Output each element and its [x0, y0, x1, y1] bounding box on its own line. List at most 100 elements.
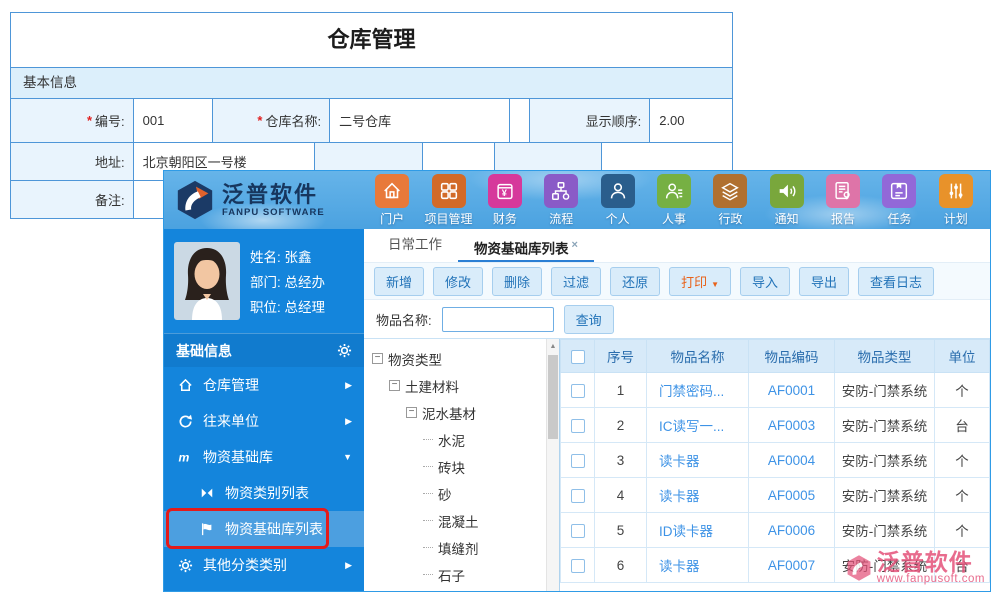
collapse-icon[interactable]: − [372, 353, 383, 364]
tree-item-steel[interactable]: −钢材 [364, 588, 559, 591]
display-order-label: 显示顺序: [530, 99, 651, 142]
item-type-cell: 安防-门禁系统 [835, 408, 935, 443]
item-type-cell: 安防-门禁系统 [835, 443, 935, 478]
col-item-type: 物品类型 [835, 340, 935, 373]
tab-material-base-list[interactable]: 物资基础库列表× [458, 229, 594, 262]
item-name-link[interactable]: 读卡器 [659, 489, 700, 504]
item-code-link[interactable]: AF0007 [768, 558, 815, 573]
tree-item-concrete[interactable]: 混凝土 [364, 507, 559, 534]
item-code-link[interactable]: AF0001 [768, 383, 815, 398]
tree-item-cement[interactable]: 水泥 [364, 426, 559, 453]
fanpu-logo: 泛普软件 FANPU SOFTWARE [164, 179, 364, 221]
tree-item-sand[interactable]: 砂 [364, 480, 559, 507]
remark-label: 备注: [11, 181, 134, 218]
user-name: 姓名: 张鑫 [250, 246, 325, 266]
sidebar-item-warehouse-management[interactable]: 仓库管理 ▶ [164, 367, 364, 403]
warehouse-name-field[interactable]: 二号仓库 [330, 99, 509, 142]
unit-cell: 台 [935, 548, 990, 583]
money-icon: ¥ [488, 174, 522, 208]
nav-item-hr[interactable]: 人事 [648, 174, 700, 227]
sidebar-menu: 仓库管理 ▶ 往来单位 ▶ m 物资基础库 ▼ [164, 367, 364, 591]
table-row: 1 门禁密码... AF0001 安防-门禁系统 个 [561, 373, 990, 408]
item-name-link[interactable]: 读卡器 [659, 454, 700, 469]
nav-item-project-management[interactable]: 项目管理 [423, 174, 475, 227]
add-button[interactable]: 新增 [374, 267, 424, 296]
row-checkbox[interactable] [571, 524, 585, 538]
tree-branch-line [423, 574, 433, 575]
select-all-checkbox[interactable] [571, 350, 585, 364]
grid-icon [432, 174, 466, 208]
unit-cell: 个 [935, 478, 990, 513]
sidebar-section-basic-info[interactable]: 基础信息 [164, 333, 364, 367]
tree-item-civil-materials[interactable]: −土建材料 [364, 372, 559, 399]
view-log-button[interactable]: 查看日志 [858, 267, 934, 296]
sidebar-item-business-partners[interactable]: 往来单位 ▶ [164, 403, 364, 439]
flow-icon [544, 174, 578, 208]
filter-button[interactable]: 过滤 [551, 267, 601, 296]
sidebar-item-material-base-list[interactable]: 物资基础库列表 [164, 511, 364, 547]
chevron-down-icon: ▼ [343, 452, 352, 462]
tree-item-brick[interactable]: 砖块 [364, 453, 559, 480]
tree-item-material-type[interactable]: −物资类型 [364, 345, 559, 372]
flag-icon [198, 522, 216, 536]
row-checkbox[interactable] [571, 489, 585, 503]
nav-item-workflow[interactable]: 流程 [535, 174, 587, 227]
row-checkbox[interactable] [571, 384, 585, 398]
user-info: 姓名: 张鑫 部门: 总经办 职位: 总经理 [250, 242, 325, 320]
item-name-link[interactable]: 读卡器 [659, 559, 700, 574]
collapse-icon[interactable]: − [406, 407, 417, 418]
sidebar-item-material-base[interactable]: m 物资基础库 ▼ [164, 439, 364, 475]
col-unit: 单位 [935, 340, 990, 373]
unit-cell: 个 [935, 513, 990, 548]
item-code-link[interactable]: AF0005 [768, 488, 815, 503]
collapse-icon[interactable]: − [389, 380, 400, 391]
edit-button[interactable]: 修改 [433, 267, 483, 296]
item-code-link[interactable]: AF0006 [768, 523, 815, 538]
dropdown-caret-icon: ▼ [711, 280, 719, 289]
nav-item-plan[interactable]: 计划 [930, 174, 982, 227]
restore-button[interactable]: 还原 [610, 267, 660, 296]
nav-item-admin[interactable]: 行政 [704, 174, 756, 227]
nav-item-portal[interactable]: 门户 [366, 174, 418, 227]
display-order-field[interactable]: 2.00 [650, 99, 732, 142]
nav-item-finance[interactable]: ¥ 财务 [479, 174, 531, 227]
item-name-link[interactable]: ID读卡器 [659, 524, 713, 539]
item-code-link[interactable]: AF0004 [768, 453, 815, 468]
code-field[interactable]: 001 [134, 99, 214, 142]
close-icon[interactable]: × [572, 239, 578, 251]
scrollbar-thumb[interactable] [548, 355, 558, 439]
nav-item-notice[interactable]: 通知 [761, 174, 813, 227]
export-button[interactable]: 导出 [799, 267, 849, 296]
nav-item-task[interactable]: 任务 [873, 174, 925, 227]
query-button[interactable]: 查询 [564, 305, 614, 334]
print-button[interactable]: 打印▼ [669, 267, 731, 296]
tab-daily-work[interactable]: 日常工作 [372, 229, 458, 262]
item-code-link[interactable]: AF0003 [768, 418, 815, 433]
layers-icon [713, 174, 747, 208]
tree-item-grout[interactable]: 填缝剂 [364, 534, 559, 561]
unit-cell: 个 [935, 443, 990, 478]
tree-scrollbar[interactable]: ▲ [546, 339, 559, 591]
tree-branch-line [423, 547, 433, 548]
sidebar-item-other-categories[interactable]: 其他分类类别 ▶ [164, 547, 364, 583]
row-checkbox[interactable] [571, 454, 585, 468]
delete-button[interactable]: 删除 [492, 267, 542, 296]
warehouse-name-label: *仓库名称: [213, 99, 330, 142]
item-name-link[interactable]: 门禁密码... [659, 384, 724, 399]
required-asterisk: * [87, 113, 92, 128]
nav-item-personal[interactable]: 个人 [592, 174, 644, 227]
unit-cell: 个 [935, 373, 990, 408]
top-navbar: 泛普软件 FANPU SOFTWARE 门户 项目管理 ¥ 财务 [164, 171, 990, 229]
item-name-link[interactable]: IC读写一... [659, 419, 724, 434]
scroll-up-icon[interactable]: ▲ [547, 339, 559, 350]
row-checkbox[interactable] [571, 419, 585, 433]
category-tree-panel: −物资类型 −土建材料 −泥水基材 水泥 砖块 砂 混凝土 填缝剂 石子 −钢材… [364, 339, 560, 591]
item-name-input[interactable] [442, 307, 554, 332]
sidebar-item-material-category-list[interactable]: 物资类别列表 [164, 475, 364, 511]
import-button[interactable]: 导入 [740, 267, 790, 296]
tree-item-gravel[interactable]: 石子 [364, 561, 559, 588]
tree-item-masonry-base[interactable]: −泥水基材 [364, 399, 559, 426]
nav-item-report[interactable]: 报告 [817, 174, 869, 227]
gear-icon[interactable] [337, 343, 352, 358]
row-checkbox[interactable] [571, 559, 585, 573]
